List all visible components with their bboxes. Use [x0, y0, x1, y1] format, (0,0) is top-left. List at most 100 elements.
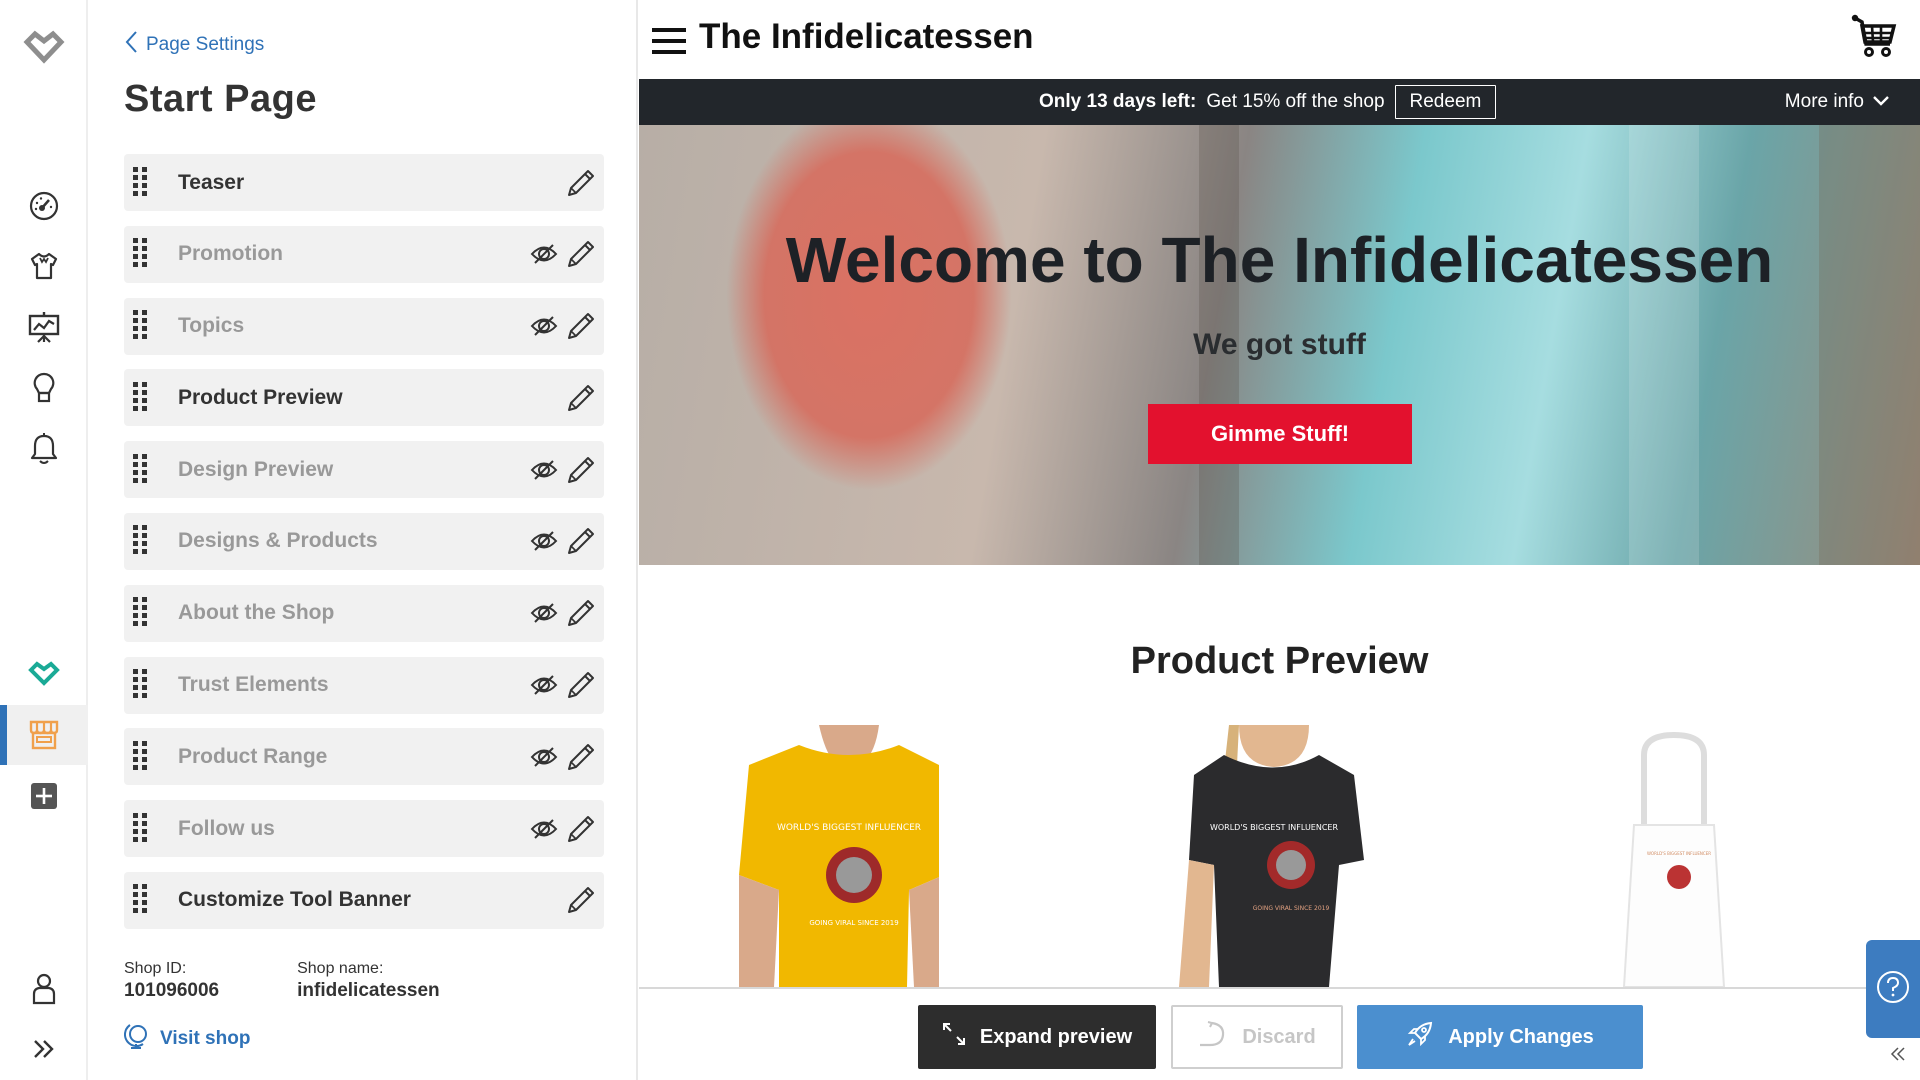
back-to-page-settings-link[interactable]: Page Settings — [124, 30, 264, 60]
drag-handle-icon[interactable] — [133, 594, 149, 630]
product-preview-list: WORLD'S BIGGEST INFLUENCER GOING VIRAL S… — [639, 725, 1920, 988]
visibility-off-icon[interactable] — [530, 674, 558, 696]
shopping-cart-icon[interactable] — [1850, 14, 1898, 65]
section-item[interactable]: Trust Elements — [124, 656, 604, 714]
section-item-label: Trust Elements — [178, 673, 329, 697]
hero-title: Welcome to The Infidelicatessen — [785, 224, 1774, 296]
drag-handle-icon[interactable] — [133, 307, 149, 343]
plus-square-icon — [30, 782, 58, 810]
edit-pencil-icon[interactable] — [566, 239, 596, 269]
product-preview-title: Product Preview — [1130, 640, 1429, 682]
edit-pencil-icon[interactable] — [566, 814, 596, 844]
help-button[interactable] — [1866, 940, 1920, 1038]
hero-cta-button[interactable]: Gimme Stuff! — [1148, 404, 1412, 464]
edit-pencil-icon[interactable] — [566, 670, 596, 700]
section-item-label: Design Preview — [178, 457, 334, 481]
apply-changes-button[interactable]: Apply Changes — [1357, 1005, 1643, 1069]
section-item-label: Topics — [178, 314, 245, 338]
svg-text:GOING VIRAL SINCE 2019: GOING VIRAL SINCE 2019 — [809, 919, 898, 927]
section-item[interactable]: Customize Tool Banner — [124, 871, 604, 929]
drag-handle-icon[interactable] — [133, 378, 149, 414]
edit-pencil-icon[interactable] — [566, 526, 596, 556]
section-item[interactable]: Topics — [124, 297, 604, 355]
tshirt-icon — [28, 250, 60, 282]
hamburger-menu-icon[interactable] — [652, 28, 686, 54]
edit-pencil-icon[interactable] — [566, 168, 596, 198]
rail-ideas[interactable] — [0, 358, 88, 418]
chevron-left-icon — [124, 30, 138, 60]
edit-pencil-icon[interactable] — [566, 311, 596, 341]
section-item[interactable]: Follow us — [124, 800, 604, 858]
drag-handle-icon[interactable] — [133, 881, 149, 917]
rail-statistics[interactable] — [0, 297, 88, 357]
section-item-label: Designs & Products — [178, 529, 378, 553]
rail-expand-button[interactable] — [0, 1019, 88, 1079]
visit-shop-label: Visit shop — [160, 1028, 251, 1049]
visibility-off-icon[interactable] — [530, 243, 558, 265]
section-item[interactable]: Product Range — [124, 728, 604, 786]
more-info-label: More info — [1784, 91, 1864, 112]
section-list: Teaser Promotion Topics Product Preview Desi… — [124, 154, 604, 944]
rail-account[interactable] — [0, 959, 88, 1019]
redeem-button[interactable]: Redeem — [1394, 85, 1497, 119]
section-actions — [566, 369, 596, 426]
section-item[interactable]: Promotion — [124, 225, 604, 283]
visibility-off-icon[interactable] — [530, 818, 558, 840]
visibility-off-icon[interactable] — [530, 530, 558, 552]
heart-diamond-logo-icon — [23, 30, 65, 66]
section-actions — [566, 154, 596, 211]
expand-preview-button[interactable]: Expand preview — [918, 1005, 1156, 1069]
section-item[interactable]: Teaser — [124, 154, 604, 211]
shop-editor: Page Settings Start Page Teaser Promotion… — [0, 0, 1920, 1080]
section-item[interactable]: Design Preview — [124, 441, 604, 499]
rail-notifications[interactable] — [0, 419, 88, 479]
product-card[interactable]: WORLD'S BIGGEST INFLUENCER GOING VIRAL S… — [734, 725, 944, 987]
svg-text:WORLD'S BIGGEST INFLUENCER: WORLD'S BIGGEST INFLUENCER — [1647, 851, 1711, 856]
visibility-off-icon[interactable] — [530, 315, 558, 337]
rail-shop-front[interactable] — [0, 705, 88, 765]
section-item-label: Follow us — [178, 816, 275, 840]
discard-label: Discard — [1242, 1025, 1316, 1048]
section-item-label: Promotion — [178, 242, 283, 266]
yellow-tshirt-image: WORLD'S BIGGEST INFLUENCER GOING VIRAL S… — [734, 725, 944, 987]
drag-handle-icon[interactable] — [133, 737, 149, 773]
drag-handle-icon[interactable] — [133, 809, 149, 845]
edit-pencil-icon[interactable] — [566, 383, 596, 413]
visit-shop-link[interactable]: Visit shop — [123, 1022, 251, 1056]
section-actions — [530, 800, 596, 857]
visibility-off-icon[interactable] — [530, 602, 558, 624]
edit-pencil-icon[interactable] — [566, 455, 596, 485]
back-link-label: Page Settings — [146, 34, 265, 55]
drag-handle-icon[interactable] — [133, 235, 149, 271]
logo-button[interactable] — [0, 18, 88, 78]
visibility-off-icon[interactable] — [530, 459, 558, 481]
product-card[interactable]: WORLD'S BIGGEST INFLUENCER GOING VIRAL S… — [1179, 725, 1379, 987]
drag-handle-icon[interactable] — [133, 163, 149, 199]
drag-handle-icon[interactable] — [133, 666, 149, 702]
shop-title: The Infidelicatessen — [699, 17, 1034, 56]
rail-add[interactable] — [0, 766, 88, 826]
rail-shops[interactable] — [0, 644, 88, 704]
visibility-off-icon[interactable] — [530, 746, 558, 768]
rocket-icon — [1406, 1020, 1434, 1054]
edit-pencil-icon[interactable] — [566, 598, 596, 628]
product-card[interactable]: WORLD'S BIGGEST INFLUENCER — [1589, 725, 1769, 988]
lightbulb-icon — [29, 371, 59, 405]
discard-button[interactable]: Discard — [1171, 1005, 1343, 1069]
page-settings-panel: Page Settings Start Page Teaser Promotion… — [88, 0, 638, 1080]
rail-products[interactable] — [0, 236, 88, 296]
shop-id-label: Shop ID: — [124, 960, 187, 977]
section-item[interactable]: Designs & Products — [124, 512, 604, 570]
edit-pencil-icon[interactable] — [566, 885, 596, 915]
more-info-toggle[interactable]: More info — [1785, 91, 1890, 113]
section-item[interactable]: Product Preview — [124, 369, 604, 427]
svg-text:WORLD'S BIGGEST INFLUENCER: WORLD'S BIGGEST INFLUENCER — [1210, 823, 1339, 832]
edit-pencil-icon[interactable] — [566, 742, 596, 772]
collapse-panel-button[interactable] — [1890, 1042, 1906, 1068]
rail-dashboard[interactable] — [0, 176, 88, 236]
drag-handle-icon[interactable] — [133, 522, 149, 558]
drag-handle-icon[interactable] — [133, 450, 149, 486]
section-item[interactable]: About the Shop — [124, 584, 604, 642]
section-item-label: Customize Tool Banner — [178, 888, 411, 912]
shop-name-block: Shop name: infidelicatessen — [297, 960, 440, 1002]
